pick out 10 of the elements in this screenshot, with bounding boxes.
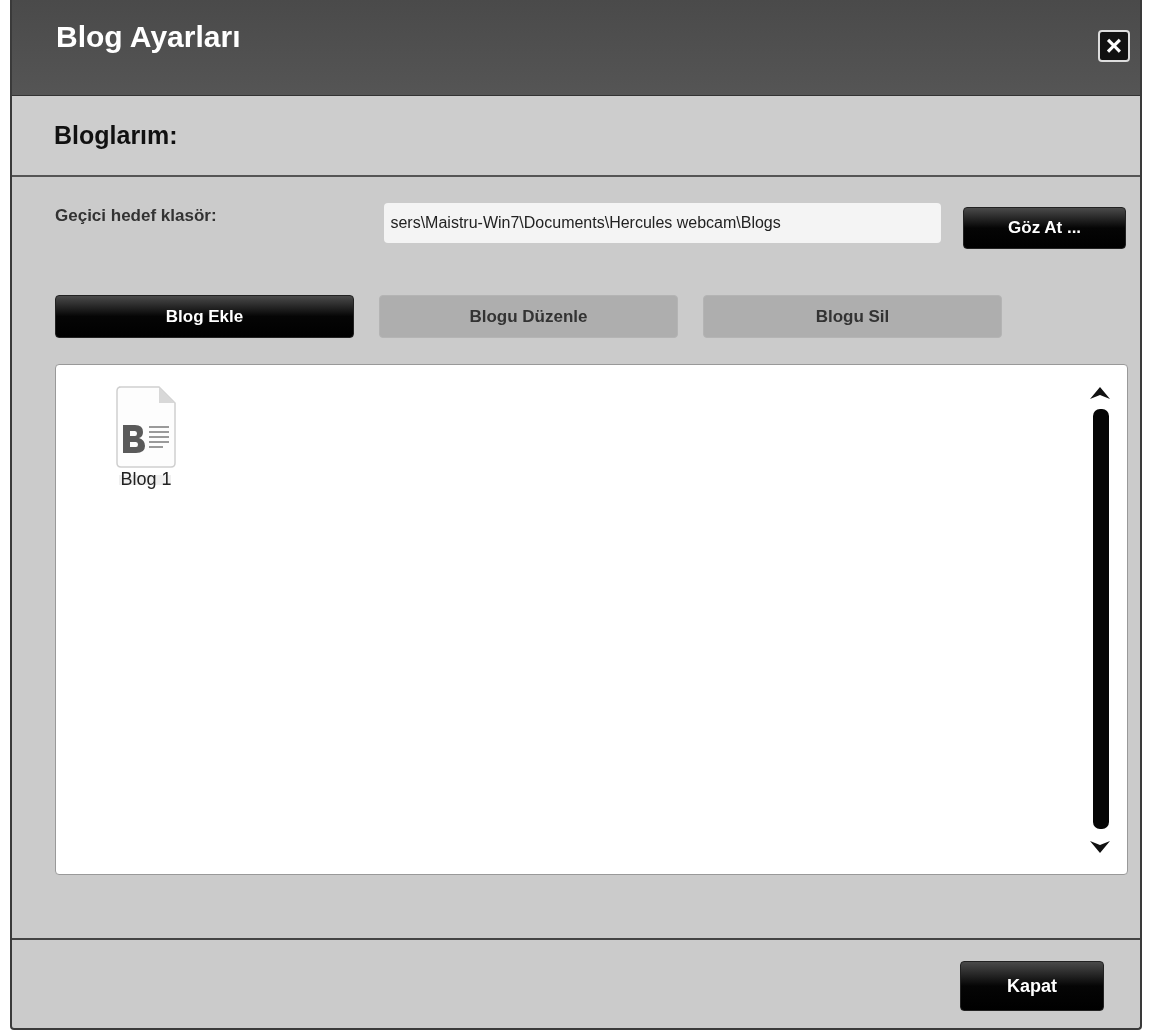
close-dialog-button[interactable]: Kapat (960, 961, 1104, 1011)
close-button[interactable]: × (1098, 30, 1130, 62)
blog-name: Blog 1 (120, 469, 172, 490)
folder-label: Geçici hedef klasör: (55, 205, 218, 226)
browse-button[interactable]: Göz At ... (963, 207, 1126, 249)
folder-field[interactable]: sers\Maistru-Win7\Documents\Hercules webcam\Blogs (384, 203, 942, 243)
action-button[interactable]: Blog Ekle (55, 295, 354, 338)
section-title: Bloglarım: (54, 121, 178, 150)
window-title: Blog Ayarları (56, 20, 241, 54)
blog-item[interactable]: Blog 1 (106, 385, 186, 490)
